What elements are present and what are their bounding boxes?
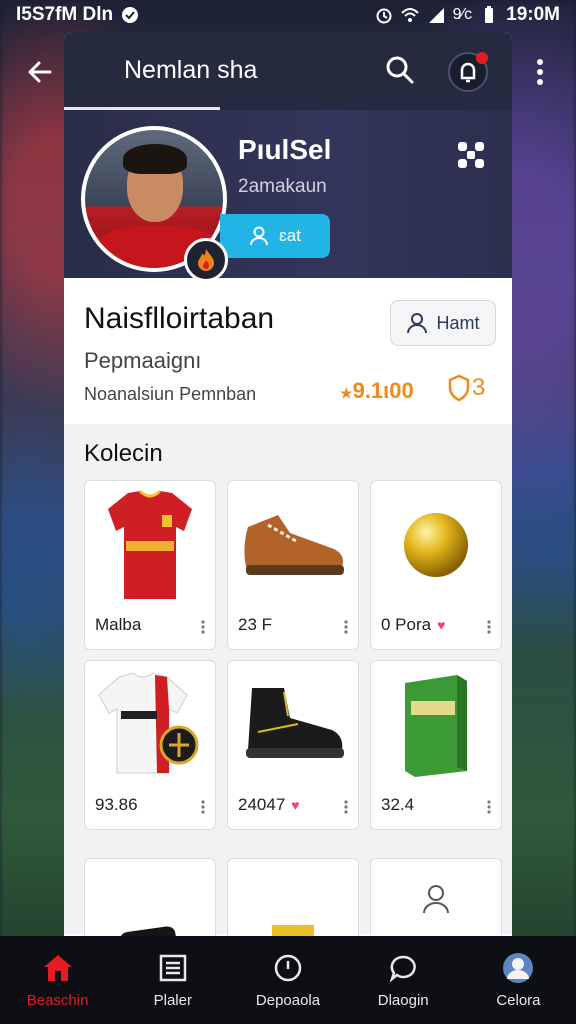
- item-label: 32.4: [381, 795, 414, 815]
- heart-icon[interactable]: ♥: [437, 617, 445, 633]
- shield-count: 3: [448, 374, 485, 402]
- nav-item-home[interactable]: Beaschin: [0, 936, 115, 1024]
- nav-item-schedule[interactable]: Depoaola: [230, 936, 345, 1024]
- black-boot-icon: [228, 661, 358, 789]
- green-box-icon: [371, 661, 501, 789]
- signal-icon: [428, 8, 444, 23]
- item-label: Malba: [95, 615, 141, 635]
- collection-item[interactable]: [227, 858, 359, 936]
- flame-badge: [184, 238, 228, 282]
- follow-label: ɛat: [279, 226, 301, 245]
- chat-icon: [387, 952, 419, 984]
- collection-title: Kolecin: [84, 440, 163, 467]
- info-subtitle-secondary: Noanalsiun Pemnban: [84, 384, 257, 404]
- nav-label: Celora: [496, 991, 541, 1009]
- heart-icon[interactable]: ♥: [291, 797, 299, 813]
- battery-icon: [485, 6, 494, 23]
- profile-card: Nemlan sha PıulSel 2amakaun ɛat Naisfllo…: [64, 32, 512, 936]
- list-icon: [157, 952, 189, 984]
- item-more-icon[interactable]: [199, 619, 207, 635]
- profile-icon: [502, 952, 534, 984]
- profile-name: PıulSel: [238, 134, 332, 165]
- collection-grid: Malba 23 F 0 Pora ♥ 93.86 24047 ♥ 32.4: [84, 480, 502, 830]
- info-title: Naisflloirtaban: [84, 302, 275, 335]
- star-icon: ★: [340, 385, 353, 401]
- points-text: 9.1ι00: [352, 378, 414, 403]
- item-label-text: 93.86: [95, 795, 138, 814]
- bottom-navigation: Beaschin Plaler Depoaola Dlaogin Celora: [0, 936, 576, 1024]
- follow-button[interactable]: ɛat: [220, 214, 330, 258]
- vertical-dots-icon: [537, 59, 543, 85]
- item-more-icon[interactable]: [485, 619, 493, 635]
- profile-banner: PıulSel 2amakaun ɛat: [64, 110, 512, 282]
- nav-label: Dlaogin: [377, 991, 429, 1009]
- collection-item[interactable]: 32.4: [370, 660, 502, 830]
- home-icon: [42, 952, 74, 984]
- item-label: 24047 ♥: [238, 795, 300, 815]
- points-value: ★9.1ι00: [340, 378, 414, 404]
- item-more-icon[interactable]: [342, 619, 350, 635]
- edit-profile-button[interactable]: Hamt: [390, 300, 496, 346]
- item-more-icon[interactable]: [342, 799, 350, 815]
- item-label-text: Malba: [95, 615, 142, 634]
- nav-item-chat[interactable]: Dlaogin: [346, 936, 461, 1024]
- product-box-icon: [228, 859, 358, 936]
- user-icon: [250, 226, 268, 246]
- brown-boot-icon: [228, 481, 358, 609]
- more-options-button[interactable]: [528, 54, 552, 90]
- nav-label: Depoaola: [255, 991, 321, 1009]
- grid-dots-icon[interactable]: [456, 140, 486, 170]
- collection-item[interactable]: [370, 858, 502, 936]
- item-label-text: 0 Pora: [381, 615, 432, 634]
- arrow-left-icon: [28, 61, 52, 83]
- status-time: 19:0M: [506, 4, 560, 25]
- avatar-hair: [123, 144, 187, 174]
- collection-item[interactable]: 0 Pora ♥: [370, 480, 502, 650]
- collection-item[interactable]: Malba: [84, 480, 216, 650]
- edit-label: Hamt: [436, 312, 480, 333]
- flame-icon: [198, 249, 214, 271]
- battery-text: 9⁄c: [452, 6, 473, 23]
- collection-item[interactable]: 23 F: [227, 480, 359, 650]
- profile-subtitle: 2amakaun: [238, 176, 327, 197]
- item-more-icon[interactable]: [485, 799, 493, 815]
- shield-count-text: 3: [472, 374, 486, 401]
- profile-info: Naisflloirtaban Pepmaaignı Noanalsiun Pe…: [64, 278, 512, 424]
- phone-case-icon: [85, 859, 215, 936]
- status-bar: I5S7fM Dln 9⁄c 19:0M: [0, 0, 576, 30]
- nav-label: Beaschin: [26, 991, 89, 1009]
- white-jersey-icon: [85, 661, 215, 789]
- item-label-text: 23 F: [238, 615, 273, 634]
- wifi-icon: [400, 8, 419, 22]
- item-label: 0 Pora ♥: [381, 615, 445, 635]
- collection-item[interactable]: 24047 ♥: [227, 660, 359, 830]
- notification-icon: [122, 7, 139, 23]
- user-outline-icon: [371, 859, 501, 936]
- alarm-icon: [376, 8, 392, 24]
- status-left-text: I5S7fM Dln: [16, 4, 114, 25]
- gold-ball-icon: [371, 481, 501, 609]
- nav-item-player[interactable]: Plaler: [115, 936, 230, 1024]
- collection-row-partial: [84, 858, 502, 936]
- shield-icon: [448, 374, 470, 402]
- item-label-text: 32.4: [381, 795, 415, 814]
- item-label: 93.86: [95, 795, 138, 815]
- nav-label: Plaler: [153, 991, 192, 1009]
- info-subtitle: Pepmaaignı: [84, 348, 202, 373]
- user-outline-icon: [407, 313, 428, 334]
- app-bar: [0, 40, 576, 104]
- back-button[interactable]: [22, 54, 58, 90]
- item-label-text: 24047: [238, 795, 286, 814]
- clock-icon: [272, 952, 304, 984]
- nav-item-profile[interactable]: Celora: [461, 936, 576, 1024]
- red-jersey-icon: [85, 481, 215, 609]
- item-more-icon[interactable]: [199, 799, 207, 815]
- item-label: 23 F: [238, 615, 272, 635]
- collection-item[interactable]: [84, 858, 216, 936]
- collection-item[interactable]: 93.86: [84, 660, 216, 830]
